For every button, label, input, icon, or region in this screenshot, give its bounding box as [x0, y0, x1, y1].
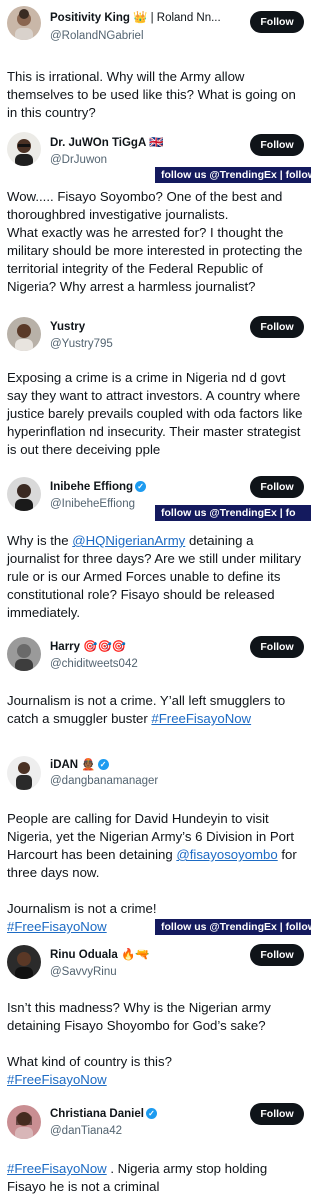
author-name[interactable]: Dr. JuWOn TiGgA 🇬🇧 [50, 136, 163, 150]
author-handle[interactable]: @InibeheEffiong [50, 497, 135, 511]
verified-badge-icon: ✓ [135, 481, 147, 493]
follow-button[interactable]: Follow [250, 11, 304, 33]
author-handle[interactable]: @RolandNGabriel [50, 29, 144, 43]
follow-button[interactable]: Follow [250, 476, 304, 498]
author-name[interactable]: Rinu Oduala 🔥🔫 [50, 948, 150, 962]
follow-button[interactable]: Follow [250, 1103, 304, 1125]
author-name[interactable]: Inibehe Effiong ✓ [50, 480, 147, 494]
author-name[interactable]: iDAN 👲🏾 ✓ [50, 758, 109, 772]
follow-button[interactable]: Follow [250, 944, 304, 966]
hashtag-link[interactable]: #FreeFisayoNow [7, 1161, 107, 1176]
author-handle[interactable]: @dangbanamanager [50, 774, 158, 788]
post-text: People are calling for David Hundeyin to… [7, 811, 297, 934]
mention-link[interactable]: @fisayosoyombo [176, 847, 277, 862]
verified-badge-icon: ✓ [97, 759, 109, 771]
mention-link[interactable]: @HQNigerianArmy [72, 533, 185, 548]
avatar[interactable] [7, 6, 41, 40]
avatar[interactable] [7, 477, 41, 511]
post-text: Why is the @HQNigerianArmy detaining a j… [7, 533, 301, 620]
author-name[interactable]: Harry 🎯🎯🎯 [50, 640, 126, 654]
watermark-banner: follow us @TrendingEx | follow [155, 167, 311, 183]
author-handle[interactable]: @DrJuwon [50, 153, 107, 167]
watermark-banner: follow us @TrendingEx | fo [155, 505, 311, 521]
hashtag-link[interactable]: #FreeFisayoNow [151, 711, 251, 726]
author-handle[interactable]: @danTiana42 [50, 1124, 122, 1138]
follow-button[interactable]: Follow [250, 316, 304, 338]
watermark-banner: follow us @TrendingEx | follow [155, 919, 311, 935]
author-name[interactable]: Yustry [50, 320, 85, 334]
avatar[interactable] [7, 317, 41, 351]
post-text: Journalism is not a crime. Y’all left sm… [7, 693, 286, 726]
author-handle[interactable]: @chiditweets042 [50, 657, 138, 671]
post-text: Isn’t this madness? Why is the Nigerian … [7, 1000, 271, 1087]
follow-button[interactable]: Follow [250, 636, 304, 658]
avatar[interactable] [7, 945, 41, 979]
hashtag-link[interactable]: #FreeFisayoNow [7, 919, 107, 934]
author-handle[interactable]: @SavvyRinu [50, 965, 117, 979]
avatar[interactable] [7, 756, 41, 790]
follow-button[interactable]: Follow [250, 134, 304, 156]
author-name[interactable]: Christiana Daniel ✓ [50, 1107, 157, 1121]
post-text: Exposing a crime is a crime in Nigeria n… [7, 370, 303, 457]
avatar[interactable] [7, 637, 41, 671]
author-handle[interactable]: @Yustry795 [50, 337, 113, 351]
avatar[interactable] [7, 132, 41, 166]
post-text: #FreeFisayoNow . Nigeria army stop holdi… [7, 1161, 268, 1194]
author-name[interactable]: Positivity King 👑 | Roland Nn... [50, 11, 221, 25]
verified-badge-icon: ✓ [145, 1108, 157, 1120]
hashtag-link[interactable]: #FreeFisayoNow [7, 1072, 107, 1087]
post-text: This is irrational. Why will the Army al… [7, 69, 296, 120]
post-text: Wow..... Fisayo Soyombo? One of the best… [7, 189, 303, 294]
avatar[interactable] [7, 1105, 41, 1139]
